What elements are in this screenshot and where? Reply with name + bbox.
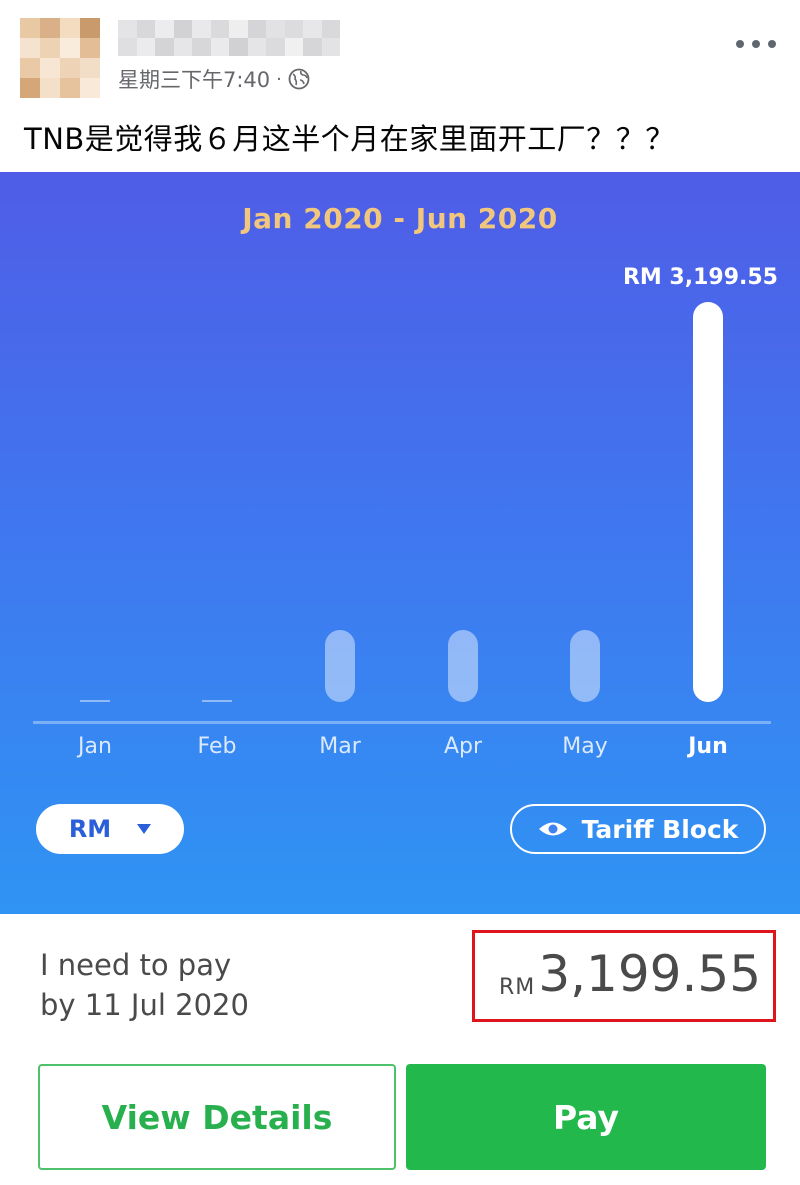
unit-dropdown[interactable]: RM <box>36 804 184 854</box>
x-tick-label-jun[interactable]: Jun <box>668 734 748 759</box>
x-tick-label-jan[interactable]: Jan <box>55 734 135 759</box>
view-details-button[interactable]: View Details <box>38 1064 396 1170</box>
amount-highlight-box: RM 3,199.55 <box>472 930 776 1022</box>
bar-jan[interactable] <box>80 700 110 702</box>
unit-dropdown-label: RM <box>68 815 112 843</box>
x-tick-label-apr[interactable]: Apr <box>423 734 503 759</box>
globe-icon[interactable] <box>288 68 310 90</box>
tariff-block-button[interactable]: Tariff Block <box>510 804 766 854</box>
chart-baseline <box>33 721 771 724</box>
tariff-block-label: Tariff Block <box>581 814 739 844</box>
post-header: 星期三下午7:40 · <box>0 0 800 110</box>
eye-icon <box>538 822 567 836</box>
x-tick-label-may[interactable]: May <box>545 734 625 759</box>
meta-separator: · <box>276 68 282 90</box>
x-tick-label-mar[interactable]: Mar <box>300 734 380 759</box>
pay-label: I need to pay <box>40 948 232 982</box>
shared-app-screenshot: Jan 2020 - Jun 2020 RM 3,199.55 Jan Feb Ma… <box>0 172 800 1185</box>
x-tick-label-feb[interactable]: Feb <box>177 734 257 759</box>
amount-currency: RM <box>499 975 536 1000</box>
bar-mar[interactable] <box>325 630 355 702</box>
post-meta: 星期三下午7:40 · <box>118 64 310 94</box>
amount-due: 3,199.55 <box>538 945 761 1003</box>
usage-chart-panel: Jan 2020 - Jun 2020 RM 3,199.55 Jan Feb Ma… <box>0 172 800 914</box>
avatar[interactable] <box>20 18 100 98</box>
bar-feb[interactable] <box>202 700 232 702</box>
caret-down-icon <box>137 824 152 834</box>
post-caption: TNB是觉得我６月这半个月在家里面开工厂？？？ <box>24 122 675 156</box>
bar-may[interactable] <box>570 630 600 702</box>
payment-summary: I need to pay by 11 Jul 2020 RM 3,199.55… <box>0 914 800 1185</box>
author-name-redacted[interactable] <box>118 20 340 56</box>
more-options-icon[interactable] <box>736 34 776 54</box>
pay-button[interactable]: Pay <box>406 1064 766 1170</box>
bar-jun[interactable] <box>693 302 723 702</box>
bar-apr[interactable] <box>448 630 478 702</box>
post-timestamp[interactable]: 星期三下午7:40 <box>118 64 270 94</box>
pay-due-date: by 11 Jul 2020 <box>40 988 249 1022</box>
usage-bar-chart <box>80 302 723 702</box>
